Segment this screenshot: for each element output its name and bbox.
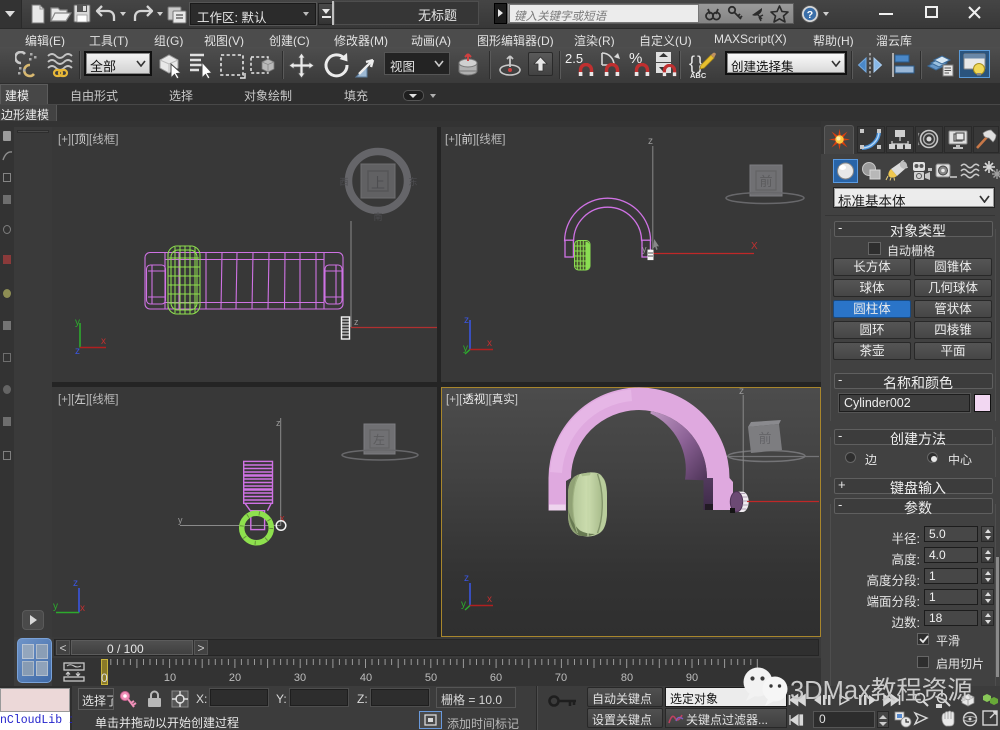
svg-text:y: y <box>178 515 183 525</box>
svg-text:南: 南 <box>373 211 382 222</box>
svg-text:z: z <box>276 418 281 428</box>
svg-text:y: y <box>53 601 58 612</box>
svg-text:}: } <box>697 53 703 73</box>
svg-text:30: 30 <box>294 672 306 684</box>
svg-text:70: 70 <box>555 672 567 684</box>
svg-text:z: z <box>464 315 469 326</box>
svg-text:ABC: ABC <box>690 71 707 79</box>
svg-text:y: y <box>463 343 468 354</box>
svg-text:10: 10 <box>164 672 176 684</box>
svg-text:z: z <box>648 136 653 147</box>
svg-text:z: z <box>73 578 78 589</box>
svg-text:x: x <box>487 594 492 605</box>
svg-text:东: 东 <box>408 176 417 187</box>
svg-text:z: z <box>75 346 80 357</box>
svg-text:50: 50 <box>425 672 437 684</box>
svg-text:?: ? <box>807 9 813 21</box>
svg-text:左: 左 <box>373 432 385 447</box>
svg-text:60: 60 <box>490 672 502 684</box>
svg-text:z: z <box>739 387 744 397</box>
svg-text:z: z <box>354 317 359 327</box>
svg-text:y: y <box>642 244 647 254</box>
svg-text:x: x <box>487 338 492 349</box>
svg-text:20: 20 <box>229 672 241 684</box>
svg-text:x: x <box>80 603 85 614</box>
svg-text:80: 80 <box>621 672 633 684</box>
svg-text:X: X <box>751 241 758 252</box>
svg-text:西: 西 <box>339 177 348 187</box>
svg-text:{: { <box>689 53 695 73</box>
svg-text:90: 90 <box>686 672 698 684</box>
svg-text:前: 前 <box>758 431 771 446</box>
svg-text:40: 40 <box>360 672 372 684</box>
svg-text:y: y <box>75 317 80 328</box>
svg-text:100: 100 <box>748 672 766 684</box>
svg-text:z: z <box>464 573 469 584</box>
svg-text:前: 前 <box>759 174 772 189</box>
svg-text:上: 上 <box>371 175 385 191</box>
svg-text:x: x <box>101 336 106 347</box>
svg-text:y: y <box>461 599 466 610</box>
